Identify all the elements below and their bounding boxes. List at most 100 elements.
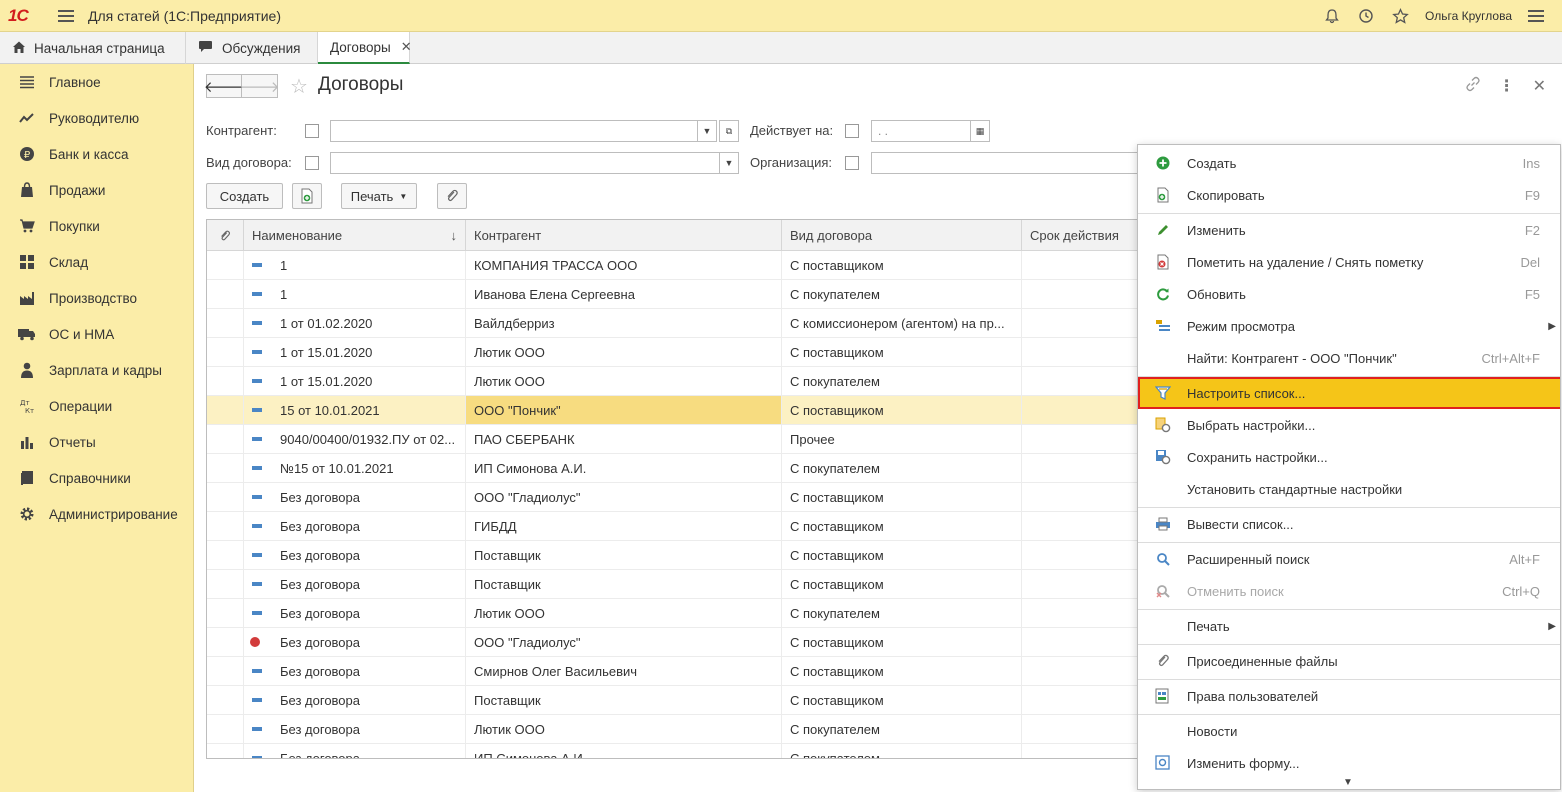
row-name-cell[interactable]: Без договора <box>244 483 466 511</box>
row-vid-cell[interactable]: С поставщиком <box>782 686 1022 714</box>
vid-filter-input[interactable] <box>330 152 720 174</box>
scroll-down-icon[interactable]: ▼ <box>1343 777 1353 788</box>
row-kontragent-cell[interactable]: ИП Симонова А.И. <box>466 454 782 482</box>
menu-item-save-settings[interactable]: Сохранить настройки... <box>1138 441 1560 473</box>
row-vid-cell[interactable]: С покупателем <box>782 454 1022 482</box>
row-name-cell[interactable]: Без договора <box>244 599 466 627</box>
menu-item-choose-settings[interactable]: Выбрать настройки... <box>1138 409 1560 441</box>
table-row[interactable]: Без договора ГИБДД С поставщиком <box>207 512 1149 541</box>
row-name-cell[interactable]: Без договора <box>244 541 466 569</box>
row-vid-cell[interactable]: Прочее <box>782 425 1022 453</box>
kontragent-open-button[interactable]: ⧉ <box>719 120 739 142</box>
menu-item-mark-delete[interactable]: Пометить на удаление / Снять пометку Del <box>1138 246 1560 278</box>
table-row[interactable]: 1 КОМПАНИЯ ТРАССА ООО С поставщиком <box>207 251 1149 280</box>
row-kontragent-cell[interactable]: Лютик ООО <box>466 338 782 366</box>
row-srok-cell[interactable] <box>1022 570 1149 598</box>
row-name-cell[interactable]: Без договора <box>244 715 466 743</box>
menu-item-edit-form[interactable]: Изменить форму... <box>1138 747 1560 779</box>
user-menu-icon[interactable] <box>1528 10 1544 22</box>
row-kontragent-cell[interactable]: ГИБДД <box>466 512 782 540</box>
menu-item-advanced-search[interactable]: Расширенный поиск Alt+F <box>1138 543 1560 575</box>
sidebar-item-zarplata[interactable]: Зарплата и кадры <box>0 352 193 388</box>
column-header-name[interactable]: Наименование ↓ <box>244 220 466 251</box>
org-filter-checkbox[interactable] <box>845 156 859 170</box>
row-name-cell[interactable]: 1 от 15.01.2020 <box>244 338 466 366</box>
table-row[interactable]: Без договора ООО "Гладиолус" С поставщиком <box>207 483 1149 512</box>
kontragent-filter-input[interactable] <box>330 120 698 142</box>
link-icon[interactable] <box>1465 76 1481 97</box>
bookmark-star-icon[interactable]: ☆ <box>290 74 308 99</box>
row-name-cell[interactable]: Без договора <box>244 570 466 598</box>
favorites-star-icon[interactable] <box>1391 7 1409 25</box>
create-copy-button[interactable] <box>292 183 322 209</box>
row-name-cell[interactable]: 9040/00400/01932.ПУ от 02... <box>244 425 466 453</box>
table-row[interactable]: Без договора ИП Симонова А.И. С покупателе… <box>207 744 1149 758</box>
row-srok-cell[interactable] <box>1022 396 1149 424</box>
table-row[interactable]: Без договора Поставщик С поставщиком <box>207 686 1149 715</box>
attachments-button[interactable] <box>437 183 467 209</box>
close-tab-icon[interactable]: ✕ <box>401 39 412 55</box>
row-srok-cell[interactable] <box>1022 367 1149 395</box>
row-srok-cell[interactable] <box>1022 686 1149 714</box>
sidebar-item-bank[interactable]: ₽ Банк и касса <box>0 136 193 172</box>
table-row[interactable]: Без договора Поставщик С поставщиком <box>207 541 1149 570</box>
sidebar-item-pokupki[interactable]: Покупки <box>0 208 193 244</box>
column-header-srok[interactable]: Срок действия <box>1022 220 1149 251</box>
table-row[interactable]: №15 от 10.01.2021 ИП Симонова А.И. С покуп… <box>207 454 1149 483</box>
row-name-cell[interactable]: №15 от 10.01.2021 <box>244 454 466 482</box>
menu-item-refresh[interactable]: Обновить F5 <box>1138 278 1560 310</box>
sidebar-item-otchety[interactable]: Отчеты <box>0 424 193 460</box>
print-button[interactable]: Печать ▼ <box>341 183 417 209</box>
org-filter-input[interactable] <box>871 152 1141 174</box>
row-vid-cell[interactable]: С комиссионером (агентом) на пр... <box>782 309 1022 337</box>
row-vid-cell[interactable]: С покупателем <box>782 280 1022 308</box>
row-srok-cell[interactable] <box>1022 483 1149 511</box>
menu-item-configure-list[interactable]: Настроить список... <box>1138 377 1560 409</box>
row-srok-cell[interactable] <box>1022 454 1149 482</box>
menu-item-copy[interactable]: Скопировать F9 <box>1138 179 1560 211</box>
deistvuet-date-input[interactable]: . . <box>871 120 971 142</box>
menu-item-default-settings[interactable]: Установить стандартные настройки <box>1138 473 1560 505</box>
menu-item-news[interactable]: Новости <box>1138 715 1560 747</box>
sidebar-item-sklad[interactable]: Склад <box>0 244 193 280</box>
menu-item-user-rights[interactable]: Права пользователей <box>1138 680 1560 712</box>
sidebar-item-prodazhi[interactable]: Продажи <box>0 172 193 208</box>
user-name[interactable]: Ольга Круглова <box>1425 9 1512 23</box>
row-vid-cell[interactable]: С покупателем <box>782 715 1022 743</box>
sidebar-item-operacii[interactable]: Дт Кт Операции <box>0 388 193 424</box>
menu-item-edit[interactable]: Изменить F2 <box>1138 214 1560 246</box>
attachment-column-header[interactable] <box>207 220 244 251</box>
row-name-cell[interactable]: Без договора <box>244 686 466 714</box>
row-srok-cell[interactable] <box>1022 338 1149 366</box>
table-row[interactable]: 15 от 10.01.2021 ООО "Пончик" С поставщико… <box>207 396 1149 425</box>
row-vid-cell[interactable]: С поставщиком <box>782 628 1022 656</box>
row-kontragent-cell[interactable]: Поставщик <box>466 686 782 714</box>
row-srok-cell[interactable] <box>1022 657 1149 685</box>
sidebar-item-rukovoditelyu[interactable]: Руководителю <box>0 100 193 136</box>
forward-button[interactable]: 🡒 <box>239 74 280 98</box>
row-srok-cell[interactable] <box>1022 599 1149 627</box>
table-row[interactable]: 1 от 01.02.2020 Вайлдберриз С комиссионеро… <box>207 309 1149 338</box>
sidebar-item-administrirovanie[interactable]: Администрирование <box>0 496 193 532</box>
row-kontragent-cell[interactable]: ПАО СБЕРБАНК <box>466 425 782 453</box>
kontragent-filter-checkbox[interactable] <box>305 124 319 138</box>
menu-item-print[interactable]: Печать ▶ <box>1138 610 1560 642</box>
table-row[interactable]: 1 от 15.01.2020 Лютик ООО С покупателем <box>207 367 1149 396</box>
row-kontragent-cell[interactable]: ООО "Гладиолус" <box>466 628 782 656</box>
table-row[interactable]: 1 от 15.01.2020 Лютик ООО С поставщиком <box>207 338 1149 367</box>
row-kontragent-cell[interactable]: Иванова Елена Сергеевна <box>466 280 782 308</box>
menu-item-view-mode[interactable]: Режим просмотра ▶ <box>1138 310 1560 342</box>
menu-item-find-kontragent[interactable]: Найти: Контрагент - ООО "Пончик" Ctrl+Alt… <box>1138 342 1560 374</box>
column-header-kontragent[interactable]: Контрагент <box>466 220 782 251</box>
sidebar-item-proizvodstvo[interactable]: Производство <box>0 280 193 316</box>
row-srok-cell[interactable] <box>1022 425 1149 453</box>
row-vid-cell[interactable]: С покупателем <box>782 744 1022 758</box>
row-kontragent-cell[interactable]: Вайлдберриз <box>466 309 782 337</box>
row-kontragent-cell[interactable]: Смирнов Олег Васильевич <box>466 657 782 685</box>
sidebar-item-spravochniki[interactable]: Справочники <box>0 460 193 496</box>
row-kontragent-cell[interactable]: Лютик ООО <box>466 599 782 627</box>
row-kontragent-cell[interactable]: Лютик ООО <box>466 367 782 395</box>
row-vid-cell[interactable]: С покупателем <box>782 599 1022 627</box>
tab-discussions[interactable]: Обсуждения <box>186 32 318 64</box>
close-form-icon[interactable]: ✕ <box>1533 76 1546 97</box>
